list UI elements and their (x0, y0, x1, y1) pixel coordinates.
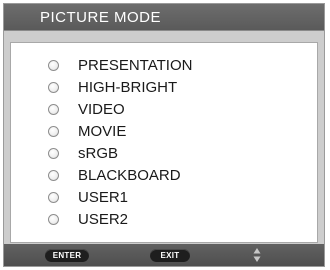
radio-icon[interactable] (48, 60, 59, 71)
option-label: sRGB (78, 145, 119, 162)
option-movie[interactable]: MOVIE (11, 121, 317, 143)
option-label: VIDEO (78, 101, 125, 118)
option-user1[interactable]: USER1 (11, 187, 317, 209)
option-video[interactable]: VIDEO (11, 99, 317, 121)
radio-icon[interactable] (48, 126, 59, 137)
option-user2[interactable]: USER2 (11, 209, 317, 231)
picture-mode-menu: PICTURE MODE PRESENTATION HIGH-BRIGHT VI… (3, 3, 325, 267)
menu-title-bar: PICTURE MODE (4, 4, 324, 31)
up-down-arrows-icon (253, 248, 261, 262)
radio-icon[interactable] (48, 104, 59, 115)
radio-icon[interactable] (48, 170, 59, 181)
footer-bar: ENTER EXIT (4, 244, 324, 266)
option-presentation[interactable]: PRESENTATION (11, 55, 317, 77)
option-label: PRESENTATION (78, 57, 193, 74)
option-srgb[interactable]: sRGB (11, 143, 317, 165)
radio-icon[interactable] (48, 192, 59, 203)
option-high-bright[interactable]: HIGH-BRIGHT (11, 77, 317, 99)
enter-button[interactable]: ENTER (45, 249, 89, 262)
exit-button[interactable]: EXIT (150, 249, 190, 262)
option-label: HIGH-BRIGHT (78, 79, 178, 96)
radio-icon[interactable] (48, 82, 59, 93)
option-blackboard[interactable]: BLACKBOARD (11, 165, 317, 187)
options-panel: PRESENTATION HIGH-BRIGHT VIDEO MOVIE sRG… (10, 42, 318, 243)
option-label: MOVIE (78, 123, 127, 140)
option-label: BLACKBOARD (78, 167, 181, 184)
option-label: USER2 (78, 211, 129, 228)
radio-icon[interactable] (48, 214, 59, 225)
menu-title: PICTURE MODE (40, 9, 162, 26)
radio-icon[interactable] (48, 148, 59, 159)
option-label: USER1 (78, 189, 129, 206)
